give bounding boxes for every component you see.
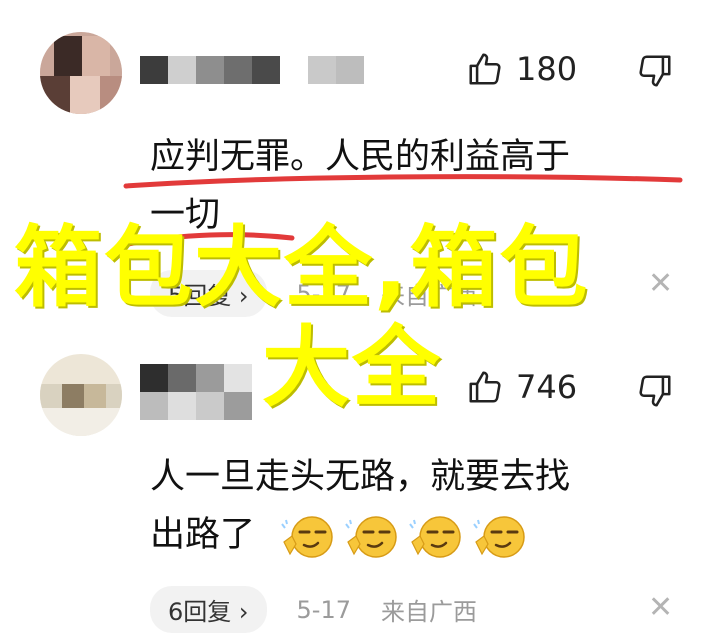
chevron-right-icon: › <box>238 598 249 626</box>
avatar[interactable] <box>40 32 122 114</box>
smug-emoji-icon <box>281 516 333 558</box>
smug-emoji-icon <box>409 516 461 558</box>
comment-meta: 6回复 › 5-17 来自广西 <box>150 586 477 633</box>
thumbs-up-icon <box>469 53 501 85</box>
close-icon[interactable]: ✕ <box>648 590 673 625</box>
watermark-line-2: 大全 <box>262 316 443 419</box>
like-button[interactable]: 746 <box>466 368 577 406</box>
comment-date: 5-17 <box>296 595 351 624</box>
watermark-line-1: 箱包大全,箱包 <box>14 216 590 319</box>
thumbs-up-icon <box>469 371 501 403</box>
thumbs-down-icon <box>639 55 671 87</box>
like-count: 180 <box>516 50 578 88</box>
like-button[interactable]: 180 <box>466 50 577 88</box>
reply-count: 6回复 <box>168 598 232 626</box>
thumbs-down-icon <box>639 375 671 407</box>
dislike-button[interactable] <box>636 372 674 414</box>
username-mosaic <box>140 56 364 84</box>
reply-button[interactable]: 6回复 › <box>150 586 267 633</box>
comment-location: 来自广西 <box>381 598 477 626</box>
smug-emoji-icon <box>473 516 525 558</box>
like-count: 746 <box>516 368 578 406</box>
smug-emoji-icon <box>345 516 397 558</box>
avatar[interactable] <box>40 354 122 436</box>
close-icon[interactable]: ✕ <box>648 266 673 301</box>
comment-line-1: 人一旦走头无路，就要去找 <box>150 457 571 497</box>
comment-line-2: 出路了 <box>150 515 256 555</box>
dislike-button[interactable] <box>636 52 674 94</box>
